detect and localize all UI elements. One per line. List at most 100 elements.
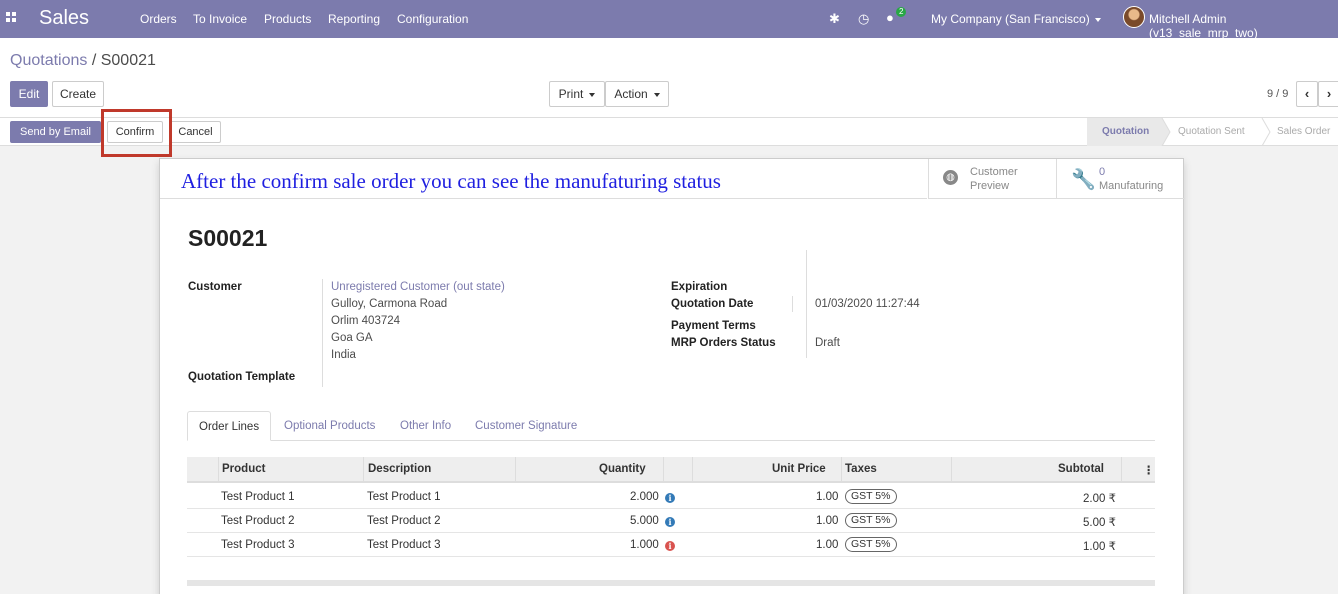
header-subtotal[interactable]: Subtotal [1058,463,1104,475]
table-footer [187,580,1155,586]
preview-line2: Preview [970,180,1010,192]
bug-icon[interactable]: ✱ [829,11,840,27]
cancel-button[interactable]: Cancel [170,121,221,143]
header-description[interactable]: Description [368,463,431,475]
create-button[interactable]: Create [52,81,104,107]
cell-quantity: 1.000 [630,539,659,551]
manufacturing-count: 0 [1099,166,1106,178]
customer-label: Customer [188,281,242,293]
column-divider [1121,457,1122,483]
tab-optional-products[interactable]: Optional Products [284,411,375,441]
column-divider [663,457,664,483]
confirm-button[interactable]: Confirm [107,121,163,143]
stage-quotation-sent[interactable]: Quotation Sent [1178,118,1245,146]
quotation-date-value: 01/03/2020 11:27:44 [815,298,920,310]
header-unit-price[interactable]: Unit Price [772,463,826,475]
cell-product: Test Product 2 [221,515,295,527]
annotation-text: After the confirm sale order you can see… [181,169,721,193]
manufacturing-label: Manufaturing [1099,180,1164,192]
table-row[interactable]: Test Product 1 Test Product 1 2.000 i 1.… [187,485,1155,509]
chevron-down-icon [1094,17,1101,22]
manufacturing-button[interactable]: 🔧 0 Manufaturing [1056,159,1185,199]
chevron-down-icon [653,92,660,97]
breadcrumb-quotations[interactable]: Quotations [10,52,87,69]
mrp-status-value: Draft [815,337,840,349]
header-quantity[interactable]: Quantity [599,463,646,475]
tax-tag: GST 5% [845,489,897,504]
edit-button[interactable]: Edit [10,81,48,107]
info-icon[interactable]: i [665,516,675,528]
pager-prev-icon[interactable]: ‹ [1296,81,1318,107]
cell-description: Test Product 3 [367,539,441,551]
cell-unit-price: 1.00 [816,539,839,551]
header-product[interactable]: Product [222,463,265,475]
menu-reporting[interactable]: Reporting [328,12,380,26]
notebook-tabs: Order Lines Optional Products Other Info… [187,411,1155,441]
pager-value[interactable]: 9 / 9 [1267,88,1288,100]
cell-product: Test Product 1 [221,491,295,503]
divider [792,296,793,312]
cell-quantity: 5.000 [630,515,659,527]
tax-tag: GST 5% [845,513,897,528]
quotation-template-label: Quotation Template [188,371,296,383]
company-switcher[interactable]: My Company (San Francisco) [931,12,1101,26]
control-panel: Quotations / S00021 Edit Create Print Ac… [0,38,1338,118]
header-taxes[interactable]: Taxes [845,463,877,475]
pager-next-icon[interactable]: › [1318,81,1338,107]
mrp-status-label: MRP Orders Status [671,337,776,349]
form-sheet: After the confirm sale order you can see… [159,158,1185,594]
user-avatar[interactable] [1123,6,1145,28]
tax-tag: GST 5% [845,537,897,552]
preview-line1: Customer [970,166,1018,178]
status-bar: Send by Email Confirm Cancel Quotation Q… [0,118,1338,146]
chevron-down-icon [589,92,596,97]
menu-products[interactable]: Products [264,12,311,26]
tab-order-lines[interactable]: Order Lines [187,411,272,441]
menu-orders[interactable]: Orders [140,12,177,26]
chat-icon[interactable]: ● 2 [886,7,907,25]
breadcrumb-separator: / [87,52,101,69]
cell-subtotal: 1.00 ₹ [1083,541,1116,553]
cell-description: Test Product 2 [367,515,441,527]
send-by-email-button[interactable]: Send by Email [10,121,101,143]
table-row[interactable]: Test Product 3 Test Product 3 1.000 i 1.… [187,533,1155,557]
address-line: Orlim 403724 [331,315,401,327]
customer-link[interactable]: Unregistered Customer (out state) [331,281,505,293]
print-dropdown[interactable]: Print [549,81,605,107]
cell-unit-price: 1.00 [816,491,839,503]
annotation-banner: After the confirm sale order you can see… [160,159,927,199]
customer-preview-button[interactable]: ◍ Customer Preview [928,159,1056,199]
divider [806,250,807,358]
breadcrumb: Quotations / S00021 [10,52,156,70]
payment-terms-label: Payment Terms [671,320,756,332]
apps-menu-icon[interactable] [6,12,18,24]
table-row[interactable]: Test Product 2 Test Product 2 5.000 i 1.… [187,509,1155,533]
column-options-icon[interactable]: ⋮ [1143,463,1155,477]
stage-sales-order[interactable]: Sales Order [1277,118,1330,146]
page-title: S00021 [188,225,268,251]
column-divider [515,457,516,483]
activity-clock-icon[interactable]: ◷ [858,11,869,27]
action-label: Action [614,87,648,101]
address-line: India [331,349,356,361]
menu-configuration[interactable]: Configuration [397,12,468,26]
cell-description: Test Product 1 [367,491,441,503]
expiration-label: Expiration [671,281,728,293]
quotation-date-label: Quotation Date [671,298,754,310]
info-icon[interactable]: i [665,492,675,504]
address-line: Gulloy, Carmona Road [331,298,448,310]
cell-unit-price: 1.00 [816,515,839,527]
user-menu[interactable]: Mitchell Admin (v13_sale_mrp_two) [1149,12,1338,40]
cell-subtotal: 5.00 ₹ [1083,517,1116,529]
action-dropdown[interactable]: Action [605,81,669,107]
cell-subtotal: 2.00 ₹ [1083,493,1116,505]
divider [322,279,323,387]
menu-to-invoice[interactable]: To Invoice [193,12,247,26]
app-title[interactable]: Sales [39,7,89,30]
tab-customer-signature[interactable]: Customer Signature [475,411,577,441]
tab-other-info[interactable]: Other Info [400,411,451,441]
top-navbar: Sales Orders To Invoice Products Reporti… [0,0,1338,40]
warning-info-icon[interactable]: i [665,540,675,552]
stage-quotation[interactable]: Quotation [1102,118,1149,146]
table-header: Product Description Quantity Unit Price … [187,457,1155,483]
